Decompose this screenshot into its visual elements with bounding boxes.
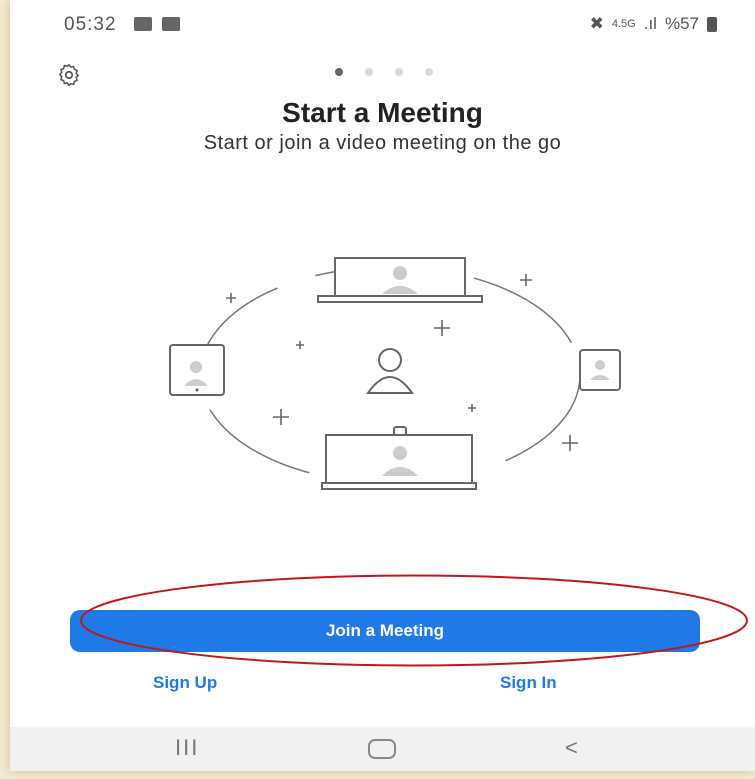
- meeting-illustration: [169, 257, 621, 490]
- system-nav-bar: III <: [10, 727, 755, 771]
- wifi-icon: [162, 17, 180, 31]
- gallery-icon: [134, 17, 152, 31]
- page-indicator: [335, 68, 433, 76]
- status-bar: 05:32 ✖ 4.5G .ıl %57: [10, 0, 755, 50]
- laptop-icon: [317, 257, 483, 303]
- person-icon: [366, 348, 414, 394]
- phone-icon: [579, 349, 621, 391]
- page-subtitle: Start or join a video meeting on the go: [203, 132, 562, 154]
- page-dot: [425, 68, 433, 76]
- sign-in-link[interactable]: Sign In: [500, 673, 557, 693]
- network-label: 4.5G: [611, 18, 636, 30]
- page-dot: [395, 68, 403, 76]
- home-button[interactable]: [368, 739, 396, 759]
- tablet-icon: [169, 344, 225, 396]
- mute-icon: ✖: [589, 14, 604, 33]
- join-meeting-button[interactable]: Join a Meeting: [70, 610, 700, 652]
- settings-icon[interactable]: [56, 62, 82, 88]
- battery-label: %57: [664, 14, 699, 33]
- back-button[interactable]: <: [565, 735, 578, 761]
- recent-apps-button[interactable]: III: [175, 735, 199, 761]
- page-dot-active: [335, 68, 343, 76]
- room-display-icon: [321, 426, 477, 490]
- signal-icon: .ıl: [643, 14, 657, 33]
- battery-icon: [707, 16, 717, 32]
- sign-up-link[interactable]: Sign Up: [153, 673, 217, 693]
- page-title: Start a Meeting: [282, 97, 483, 128]
- notification-icons: [134, 17, 180, 31]
- status-right: ✖ 4.5G .ıl %57: [590, 14, 717, 34]
- phone-screen: 05:32 ✖ 4.5G .ıl %57 Start a Meeting Sta…: [10, 0, 755, 771]
- page-dot: [365, 68, 373, 76]
- status-time: 05:32: [64, 14, 117, 35]
